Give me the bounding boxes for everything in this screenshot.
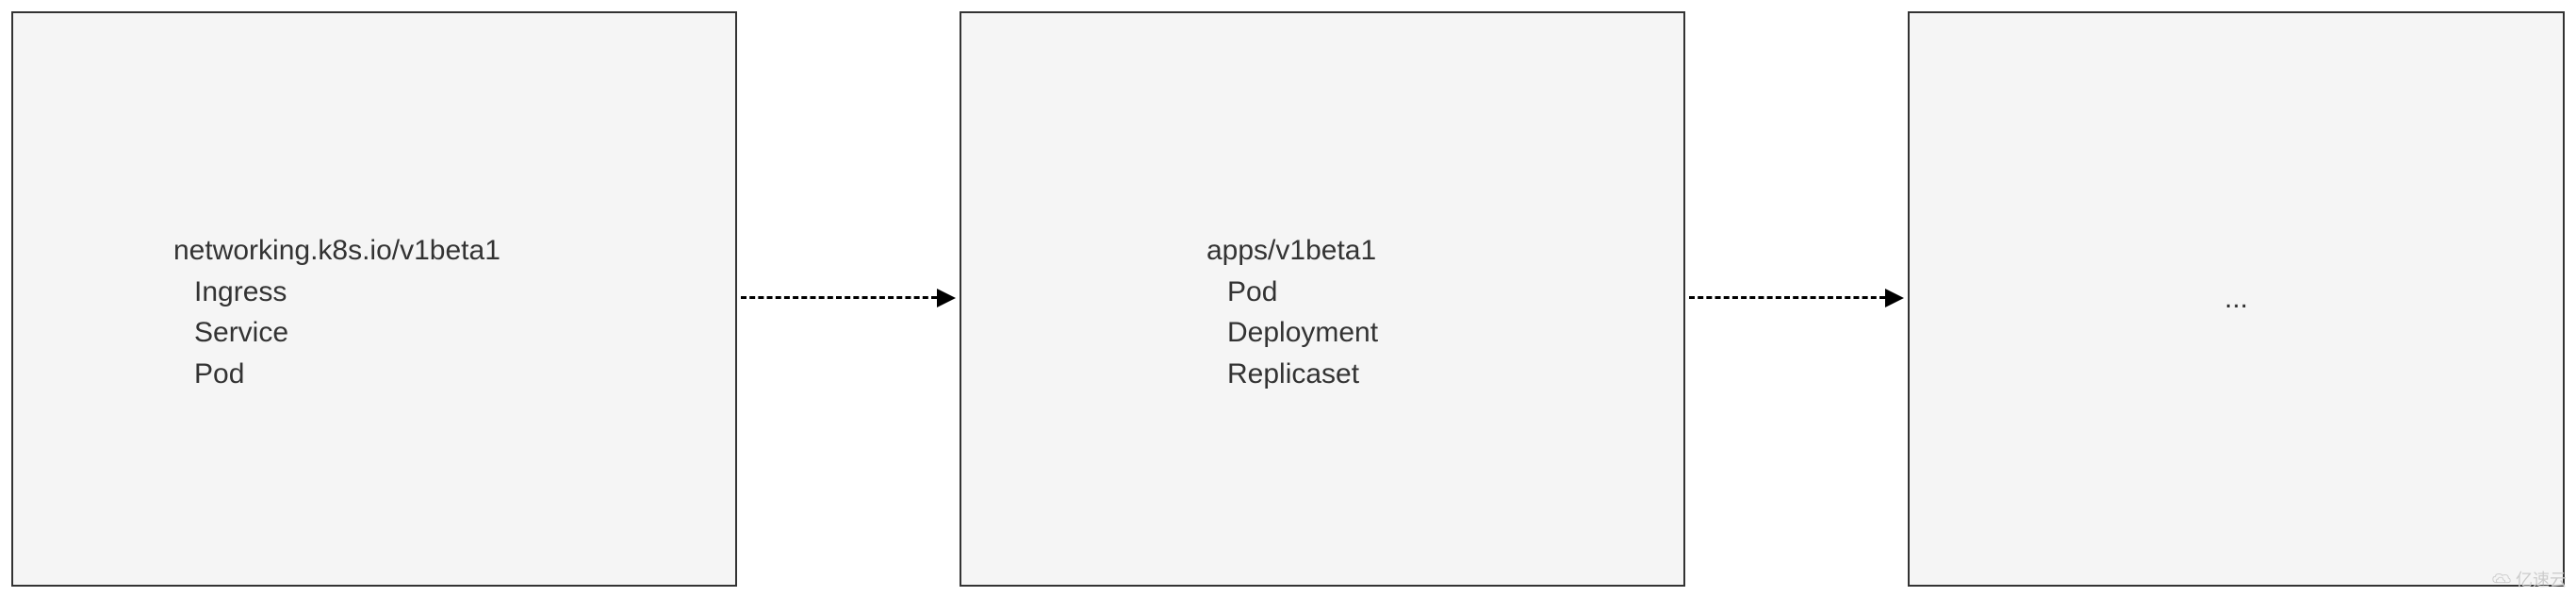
api-group-box-ellipsis: ... xyxy=(1908,11,2565,587)
api-group-box-networking: networking.k8s.io/v1beta1 Ingress Servic… xyxy=(11,11,737,587)
api-resource-item: Deployment xyxy=(1206,312,1378,354)
api-resource-item: Pod xyxy=(1206,272,1378,313)
api-resource-item: Replicaset xyxy=(1206,354,1378,395)
api-group-header: apps/v1beta1 xyxy=(1206,230,1378,272)
watermark-text: 亿速云 xyxy=(2516,567,2567,591)
arrow-icon xyxy=(1689,296,1904,298)
api-group-header: networking.k8s.io/v1beta1 xyxy=(173,230,500,272)
ellipsis-text: ... xyxy=(1910,13,2563,585)
arrow-icon xyxy=(741,296,956,298)
api-resource-item: Pod xyxy=(173,354,500,395)
api-resource-item: Ingress xyxy=(173,272,500,313)
cloud-icon xyxy=(2491,572,2512,587)
watermark: 亿速云 xyxy=(2491,567,2567,591)
api-group-box-apps: apps/v1beta1 Pod Deployment Replicaset xyxy=(960,11,1685,587)
api-resource-item: Service xyxy=(173,312,500,354)
